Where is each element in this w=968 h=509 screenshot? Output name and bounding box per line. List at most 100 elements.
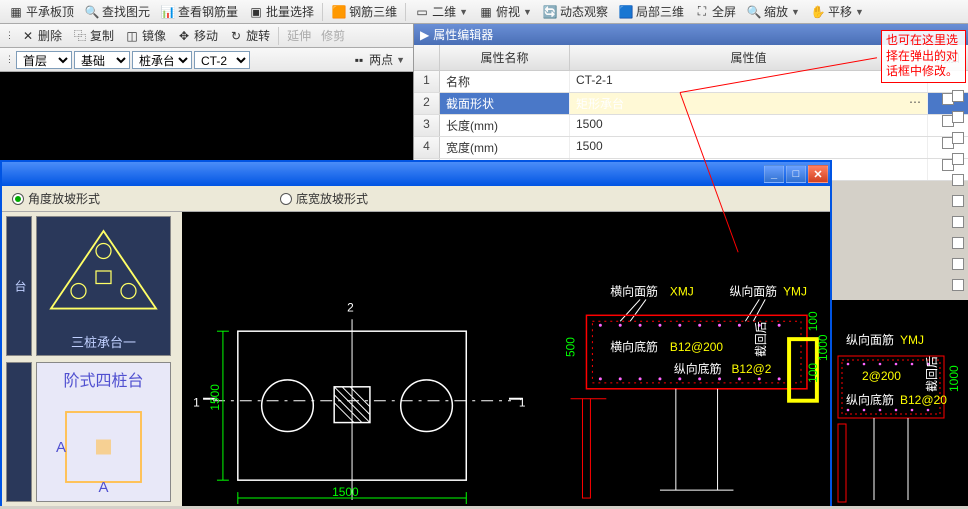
move-button[interactable]: ✥移动 [172, 25, 222, 46]
tb-item[interactable]: ▣批量选择 [244, 1, 318, 22]
rotate-icon: ↻ [228, 28, 244, 44]
tb-item[interactable]: ✋平移▼ [806, 1, 868, 22]
tb-item[interactable]: ▦俯视▼ [474, 1, 536, 22]
batch-icon: ▣ [248, 4, 264, 20]
svg-text:100: 100 [806, 311, 820, 331]
thumb-label: 三桩承台一 [71, 332, 136, 351]
checkbox[interactable] [952, 153, 964, 165]
checkbox[interactable] [952, 90, 964, 102]
svg-text:纵向底筋: 纵向底筋 [846, 392, 894, 407]
thumb-triangle-cap[interactable]: 三桩承台一 [36, 216, 171, 356]
cad-background [0, 72, 415, 162]
right-cad-strip: 纵向面筋 YMJ 2@200 纵向底筋 B12@20 截回后 1000 [832, 300, 968, 506]
svg-text:B12@20: B12@20 [900, 393, 947, 407]
orbit-icon: 🔄 [542, 4, 558, 20]
svg-text:YMJ: YMJ [783, 284, 807, 298]
svg-text:1500: 1500 [332, 485, 359, 499]
prop-row-section-shape[interactable]: 2 截面形状 矩形承台⋯ [414, 93, 968, 115]
minimize-button[interactable]: _ [764, 165, 784, 183]
separator [278, 27, 279, 45]
tb-item[interactable]: ⛶全屏 [690, 1, 740, 22]
cat-select[interactable]: 基础 [74, 51, 130, 69]
tb-grip: ⋮ [5, 30, 14, 41]
radio-icon [280, 193, 292, 205]
pan-icon: ✋ [810, 4, 826, 20]
find-icon: 🔍 [84, 4, 100, 20]
mirror-icon: ◫ [124, 28, 140, 44]
floor-select[interactable]: 首层 [16, 51, 72, 69]
checkbox[interactable] [952, 132, 964, 144]
2d-icon: ▭ [414, 4, 430, 20]
svg-text:1000: 1000 [947, 365, 961, 392]
svg-text:横向底筋: 横向底筋 [610, 340, 658, 354]
svg-text:截回后: 截回后 [925, 356, 939, 392]
fullscreen-icon: ⛶ [694, 4, 710, 20]
thumb-side[interactable] [6, 362, 32, 502]
prop-row[interactable]: 4 宽度(mm) 1500 [414, 137, 968, 159]
svg-text:100: 100 [806, 363, 820, 383]
close-button[interactable]: ✕ [808, 165, 828, 183]
svg-text:纵向面筋: 纵向面筋 [846, 332, 894, 347]
delete-icon: ✕ [20, 28, 36, 44]
mirror-button[interactable]: ◫镜像 [120, 25, 170, 46]
separator [405, 3, 406, 21]
svg-text:A: A [98, 479, 108, 496]
top-view-icon: ▦ [478, 4, 494, 20]
tb-item[interactable]: ▭二维▼ [410, 1, 472, 22]
type-select[interactable]: 桩承台 [132, 51, 192, 69]
checkbox[interactable] [952, 174, 964, 186]
copy-icon: ⿻ [72, 28, 88, 44]
svg-text:截回后: 截回后 [754, 321, 768, 357]
move-icon: ✥ [176, 28, 192, 44]
svg-text:XMJ: XMJ [670, 284, 694, 298]
tb-item[interactable]: 🔍缩放▼ [742, 1, 804, 22]
two-points-button[interactable]: ▪▪两点▼ [347, 49, 409, 70]
zoom-icon: 🔍 [746, 4, 762, 20]
slope-mode-radios: 角度放坡形式 底宽放坡形式 [2, 186, 830, 212]
svg-text:纵向底筋: 纵向底筋 [674, 362, 722, 376]
extend-button[interactable]: 延伸 [283, 25, 315, 46]
trim-button[interactable]: 修剪 [317, 25, 349, 46]
svg-text:1: 1 [193, 396, 200, 410]
svg-text:2@200: 2@200 [862, 369, 901, 383]
svg-text:1000: 1000 [816, 334, 830, 361]
tb-item[interactable]: 📊查看钢筋量 [156, 1, 242, 22]
checkbox[interactable] [952, 258, 964, 270]
shape-thumbnails: 台 三桩承台一 阶式四桩台 AA 台 阶式六桩台 [2, 212, 182, 506]
separator [322, 3, 323, 21]
svg-text:1500: 1500 [208, 384, 222, 411]
rebar-icon: 📊 [160, 4, 176, 20]
svg-text:YMJ: YMJ [900, 333, 924, 347]
copy-button[interactable]: ⿻复制 [68, 25, 118, 46]
tb-item[interactable]: 🟦局部三维 [614, 1, 688, 22]
name-select[interactable]: CT-2 [194, 51, 250, 69]
thumb-label: 阶式四桩台 [63, 367, 143, 391]
thumb-step-4pile[interactable]: 阶式四桩台 A A [36, 362, 171, 502]
tb-item[interactable]: 🔄动态观察 [538, 1, 612, 22]
checkbox[interactable] [952, 195, 964, 207]
svg-text:A: A [56, 439, 66, 456]
tb-item[interactable]: 🟧钢筋三维 [327, 1, 401, 22]
extra-check-column [952, 90, 964, 291]
checkbox[interactable] [952, 237, 964, 249]
delete-button[interactable]: ✕删除 [16, 25, 66, 46]
checkbox[interactable] [952, 111, 964, 123]
maximize-button[interactable]: □ [786, 165, 806, 183]
section-preview: 2 1 1 1500 1500 横向面筋 [182, 212, 830, 506]
annotation-box: 也可在这里选择在弹出的对话框中修改。 [881, 30, 966, 83]
svg-text:纵向面筋: 纵向面筋 [729, 284, 777, 298]
tb-item[interactable]: ▦平承板顶 [4, 1, 78, 22]
thumb-side-label[interactable]: 台 [6, 216, 32, 356]
svg-text:500: 500 [564, 337, 578, 357]
board-icon: ▦ [8, 4, 24, 20]
checkbox[interactable] [952, 279, 964, 291]
radio-width-slope[interactable]: 底宽放坡形式 [280, 190, 368, 207]
tb-item[interactable]: 🔍查找图元 [80, 1, 154, 22]
svg-text:B12@2: B12@2 [731, 362, 771, 376]
checkbox[interactable] [952, 216, 964, 228]
svg-text:B12@200: B12@200 [670, 340, 724, 354]
svg-text:横向面筋: 横向面筋 [610, 284, 658, 298]
rotate-button[interactable]: ↻旋转 [224, 25, 274, 46]
radio-angle-slope[interactable]: 角度放坡形式 [12, 190, 100, 207]
expand-icon[interactable]: ▶ [420, 28, 429, 42]
